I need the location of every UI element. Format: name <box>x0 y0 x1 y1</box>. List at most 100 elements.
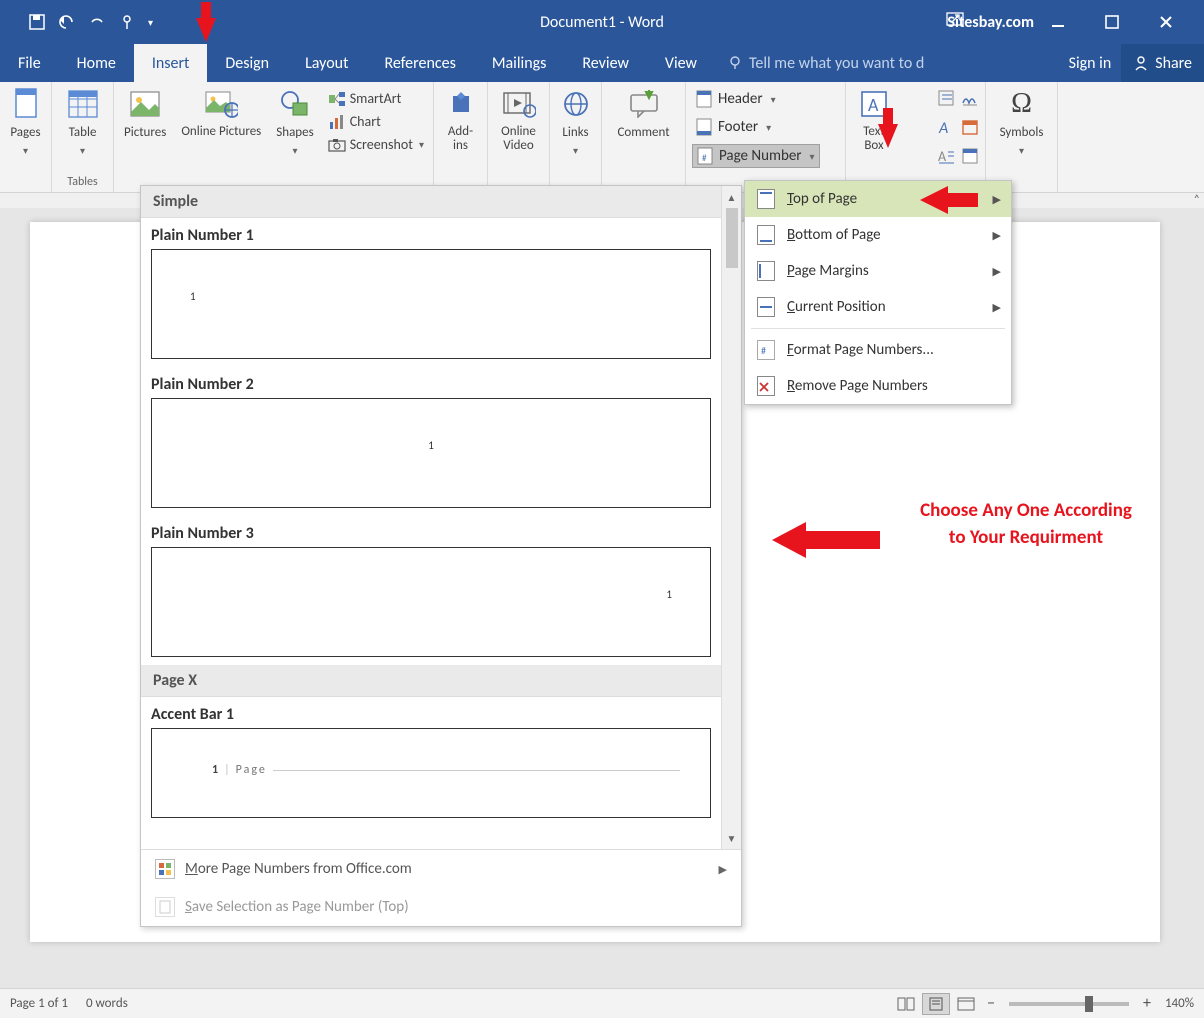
tell-me-search[interactable]: Tell me what you want to d <box>715 44 1059 82</box>
chart-icon <box>328 114 346 130</box>
gallery-category-simple: Simple <box>141 186 721 218</box>
zoom-thumb[interactable] <box>1085 996 1093 1012</box>
zoom-in-button[interactable]: + <box>1143 994 1151 1013</box>
menu-current-label: Current Position <box>787 298 886 316</box>
object-icon[interactable] <box>961 147 979 170</box>
web-layout-button[interactable] <box>952 993 980 1015</box>
drop-cap-icon[interactable]: A <box>937 147 955 170</box>
date-time-icon[interactable] <box>961 118 979 141</box>
gallery-item-plain3-title: Plain Number 3 <box>141 516 721 547</box>
signature-line-icon[interactable] <box>961 89 979 112</box>
chevron-down-icon: ▾ <box>1019 144 1024 157</box>
collapse-ribbon-icon[interactable]: ˄ <box>1194 193 1200 207</box>
screenshot-button[interactable]: Screenshot <box>325 135 427 154</box>
read-mode-button[interactable] <box>892 993 920 1015</box>
quick-parts-icon[interactable] <box>937 89 955 112</box>
chevron-right-icon: ▶ <box>993 193 1001 206</box>
menu-remove-label: Remove Page Numbers <box>787 377 928 395</box>
gallery-item-plain1[interactable]: 1 <box>151 249 711 359</box>
addins-label: Add-ins <box>444 125 478 154</box>
menu-bottom-of-page[interactable]: Bottom of Page ▶ <box>745 217 1011 253</box>
table-button[interactable]: Table ▾ <box>62 85 104 159</box>
share-button[interactable]: Share <box>1121 44 1204 82</box>
table-label: Table <box>69 125 97 140</box>
save-icon[interactable] <box>28 13 46 31</box>
maximize-button[interactable] <box>1102 12 1122 32</box>
gallery-item-accent1[interactable]: 1|Page <box>151 728 711 818</box>
header-label: Header <box>718 90 763 108</box>
addins-button[interactable]: Add-ins <box>440 85 482 156</box>
ribbon-display-options-icon[interactable] <box>946 12 964 30</box>
comment-label: Comment <box>617 125 669 140</box>
zoom-out-button[interactable]: − <box>987 994 995 1013</box>
menu-page-margins[interactable]: Page Margins ▶ <box>745 253 1011 289</box>
menu-format-label: Format Page Numbers... <box>787 341 934 359</box>
menu-bottom-label: Bottom of Page <box>787 226 881 244</box>
symbols-button[interactable]: Ω Symbols ▾ <box>996 85 1048 159</box>
menu-current-position[interactable]: Current Position ▶ <box>745 289 1011 325</box>
pictures-button[interactable]: Pictures <box>120 85 170 142</box>
gallery-item-accent1-title: Accent Bar 1 <box>141 697 721 728</box>
tab-layout[interactable]: Layout <box>287 44 366 82</box>
chevron-right-icon: ▶ <box>993 265 1001 278</box>
menu-remove-page-numbers[interactable]: Remove Page Numbers <box>745 368 1011 404</box>
print-layout-button[interactable] <box>922 993 950 1015</box>
tab-review[interactable]: Review <box>564 44 647 82</box>
chevron-down-icon: ▾ <box>573 144 578 157</box>
tab-references[interactable]: References <box>366 44 473 82</box>
tab-design[interactable]: Design <box>207 44 287 82</box>
scroll-up-icon[interactable]: ▲ <box>722 186 741 208</box>
online-video-button[interactable]: Online Video <box>494 85 543 156</box>
annotation-text: Choose Any One According to Your Requirm… <box>884 498 1168 551</box>
svg-text:#: # <box>702 153 707 164</box>
tab-file[interactable]: File <box>0 44 59 82</box>
sign-in-button[interactable]: Sign in <box>1059 44 1122 82</box>
menu-format-page-numbers[interactable]: # Format Page Numbers... <box>745 332 1011 368</box>
footer-button[interactable]: Footer▾ <box>692 116 820 138</box>
status-page[interactable]: Page 1 of 1 <box>10 996 68 1011</box>
wordart-icon[interactable]: A <box>937 118 955 141</box>
more-label: More Page Numbers from Office.com <box>185 860 412 878</box>
gallery-item-plain3[interactable]: 1 <box>151 547 711 657</box>
comment-button[interactable]: Comment <box>613 85 673 142</box>
pages-button[interactable]: Pages ▾ <box>5 85 47 159</box>
gallery-item-plain2-title: Plain Number 2 <box>141 367 721 398</box>
scroll-down-icon[interactable]: ▼ <box>722 827 741 849</box>
chevron-right-icon: ▶ <box>993 229 1001 242</box>
chart-button[interactable]: Chart <box>325 112 427 131</box>
undo-icon[interactable] <box>58 13 76 31</box>
redo-icon[interactable] <box>88 13 106 31</box>
minimize-button[interactable] <box>1048 12 1068 32</box>
status-words[interactable]: 0 words <box>86 996 128 1011</box>
smartart-button[interactable]: SmartArt <box>325 89 427 108</box>
tab-view[interactable]: View <box>647 44 715 82</box>
shapes-button[interactable]: Shapes ▾ <box>272 85 317 159</box>
menu-top-label: Top of Page <box>787 190 857 208</box>
touch-mode-icon[interactable] <box>118 13 136 31</box>
gallery-scrollbar[interactable]: ▲ ▼ <box>721 186 741 849</box>
close-button[interactable] <box>1156 12 1176 32</box>
header-button[interactable]: Header▾ <box>692 88 820 110</box>
gallery-item-plain2[interactable]: 1 <box>151 398 711 508</box>
share-icon <box>1133 55 1149 71</box>
tab-home[interactable]: Home <box>59 44 134 82</box>
qat-dropdown-icon[interactable]: ▾ <box>148 16 153 29</box>
tab-mailings[interactable]: Mailings <box>474 44 565 82</box>
scroll-thumb[interactable] <box>726 208 738 268</box>
gallery-category-pagex: Page X <box>141 665 721 697</box>
links-button[interactable]: Links ▾ <box>555 85 597 159</box>
online-pictures-button[interactable]: Online Pictures <box>177 85 265 141</box>
online-pictures-label: Online Pictures <box>181 125 261 139</box>
lightbulb-icon <box>727 55 743 71</box>
page-number-button[interactable]: #Page Number▾ <box>692 144 820 168</box>
share-label: Share <box>1155 54 1192 73</box>
tell-me-placeholder: Tell me what you want to d <box>749 54 924 73</box>
tab-insert[interactable]: Insert <box>134 44 208 82</box>
pictures-label: Pictures <box>124 125 166 140</box>
chevron-down-icon: ▾ <box>292 144 297 157</box>
more-from-office-button[interactable]: More Page Numbers from Office.com ▶ <box>141 850 741 888</box>
ribbon: Pages ▾ Table ▾ Tables Pictures Online P… <box>0 82 1204 193</box>
zoom-level[interactable]: 140% <box>1165 996 1194 1011</box>
chevron-down-icon: ▾ <box>23 144 28 157</box>
zoom-slider[interactable] <box>1009 1002 1129 1006</box>
